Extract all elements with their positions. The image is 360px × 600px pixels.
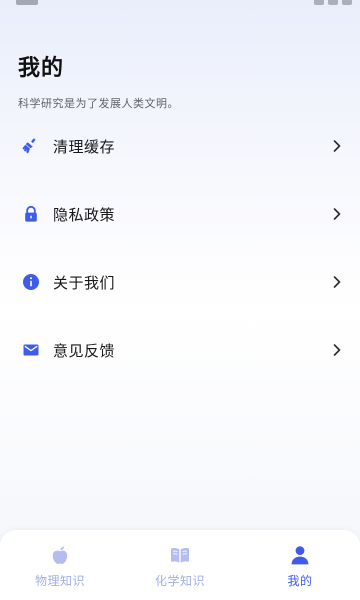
menu-label-about-us: 关于我们: [53, 273, 116, 292]
chevron-right-icon: [332, 139, 342, 153]
tab-mine[interactable]: 我的: [240, 530, 360, 600]
status-bar: [0, 0, 360, 10]
chevron-right-icon: [332, 343, 342, 357]
apple-icon: [49, 544, 71, 566]
menu-item-about-us[interactable]: 关于我们: [0, 248, 360, 316]
settings-menu: 清理缓存 隐私政策 关于我们 意见反馈: [0, 112, 360, 384]
tab-label-physics: 物理知识: [34, 573, 85, 588]
status-time: [16, 0, 38, 5]
person-icon: [289, 544, 311, 566]
info-icon: [22, 273, 40, 291]
tab-label-mine: 我的: [287, 573, 313, 588]
page-header: 我的 科学研究是为了发展人类文明。: [18, 50, 342, 111]
mail-icon: [22, 341, 40, 359]
page-subtitle: 科学研究是为了发展人类文明。: [18, 97, 179, 110]
menu-item-clear-cache[interactable]: 清理缓存: [0, 112, 360, 180]
chevron-right-icon: [332, 207, 342, 221]
bottom-tab-bar: 物理知识 化学知识 我的: [0, 530, 360, 600]
tab-physics[interactable]: 物理知识: [0, 530, 120, 600]
book-icon: [169, 544, 191, 566]
menu-item-privacy-policy[interactable]: 隐私政策: [0, 180, 360, 248]
tab-chemistry[interactable]: 化学知识: [120, 530, 240, 600]
page-title: 我的: [18, 56, 65, 81]
menu-label-privacy-policy: 隐私政策: [53, 205, 116, 224]
menu-label-feedback: 意见反馈: [53, 341, 116, 360]
broom-icon: [22, 137, 40, 155]
menu-item-feedback[interactable]: 意见反馈: [0, 316, 360, 384]
tab-label-chemistry: 化学知识: [154, 573, 205, 588]
chevron-right-icon: [332, 275, 342, 289]
status-icons: [310, 0, 352, 5]
menu-label-clear-cache: 清理缓存: [53, 137, 116, 156]
lock-icon: [22, 205, 40, 223]
